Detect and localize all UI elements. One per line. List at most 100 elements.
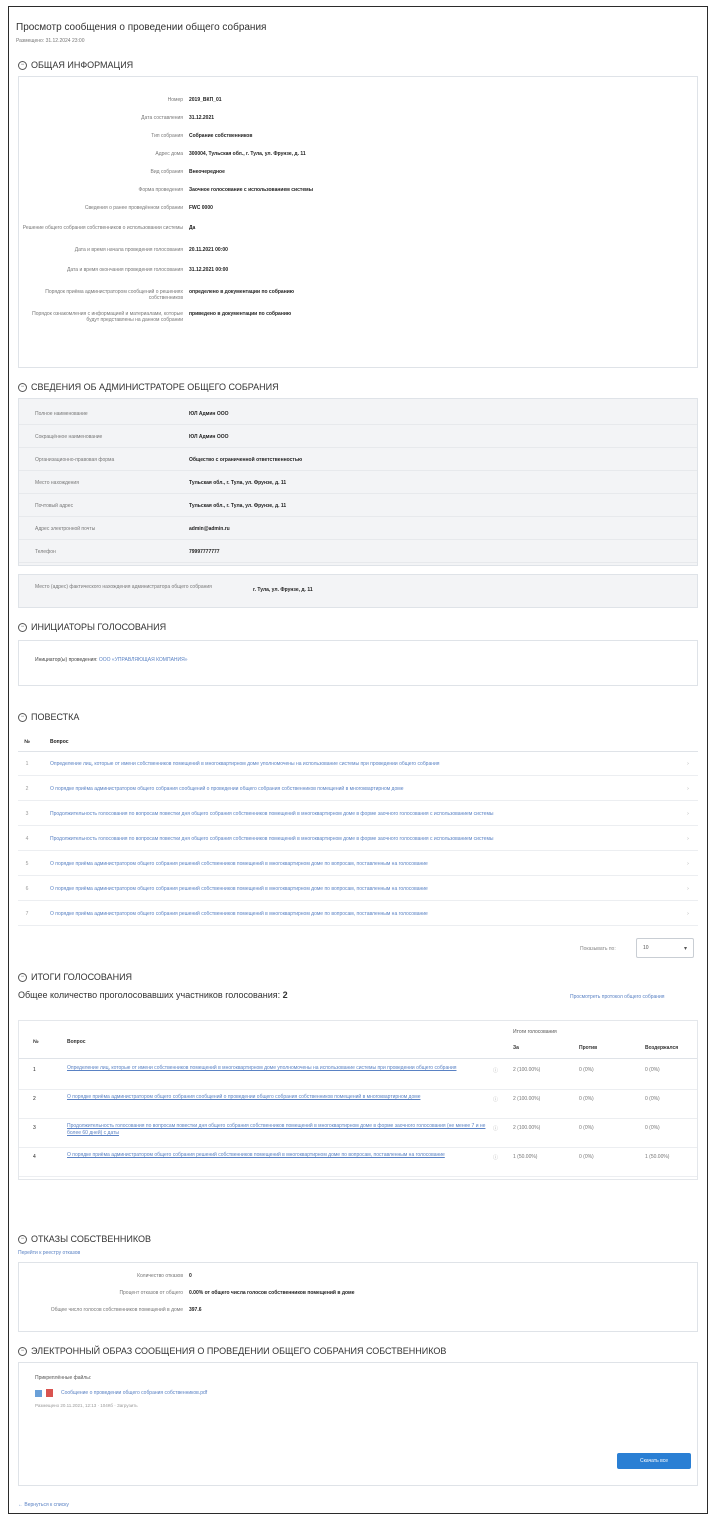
general-info-value: приведено в документации по собранию xyxy=(189,311,292,317)
admin-info-label: Телефон xyxy=(35,548,56,555)
agenda-row-number: 1 xyxy=(25,760,29,767)
results-row-against: 0 (0%) xyxy=(579,1096,594,1102)
chevron-icon[interactable]: › xyxy=(678,811,698,817)
results-row-question[interactable]: Определение лиц, которые от имени собств… xyxy=(67,1065,487,1072)
collapse-icon: − xyxy=(18,60,27,70)
general-info-label: Решение общего собрания собственников о … xyxy=(22,225,183,231)
section-refusals-title: ОТКАЗЫ СОБСТВЕННИКОВ xyxy=(31,1234,151,1244)
page-size-select[interactable]: 10 ▾ xyxy=(636,938,694,958)
agenda-row-question[interactable]: Продолжительность голосования по вопроса… xyxy=(36,836,678,842)
collapse-icon: − xyxy=(18,712,27,722)
results-row-question[interactable]: О порядке приёма администратором общего … xyxy=(67,1094,487,1101)
section-results-title: ИТОГИ ГОЛОСОВАНИЯ xyxy=(31,972,133,982)
section-admin-title: СВЕДЕНИЯ ОБ АДМИНИСТРАТОРЕ ОБЩЕГО СОБРАН… xyxy=(31,382,279,392)
results-row-against: 0 (0%) xyxy=(579,1067,594,1073)
page-size-value: 10 xyxy=(643,945,649,951)
file-link[interactable]: Сообщение о проведении общего собрания с… xyxy=(61,1390,207,1396)
initiators-link[interactable]: ООО «УПРАВЛЯЮЩАЯ КОМПАНИЯ» xyxy=(99,657,188,663)
section-refusals-header[interactable]: − ОТКАЗЫ СОБСТВЕННИКОВ xyxy=(18,1234,151,1244)
results-col-group: Итоги голосования xyxy=(513,1029,557,1035)
section-initiators-header[interactable]: − ИНИЦИАТОРЫ ГОЛОСОВАНИЯ xyxy=(18,622,166,632)
chevron-icon[interactable]: › xyxy=(678,861,698,867)
results-row: 4 О порядке приёма администратором общего… xyxy=(19,1148,697,1177)
section-results-header[interactable]: − ИТОГИ ГОЛОСОВАНИЯ xyxy=(18,972,132,982)
general-info-row: Тип собрания Собрание собственников xyxy=(19,133,697,139)
section-electronic-header[interactable]: − ЭЛЕКТРОННЫЙ ОБРАЗ СООБЩЕНИЯ О ПРОВЕДЕН… xyxy=(18,1346,446,1356)
results-row-question[interactable]: О порядке приёма администратором общего … xyxy=(67,1152,487,1159)
results-col-abstain: Воздержался xyxy=(645,1045,679,1051)
page-size-label: Показывать по: xyxy=(580,946,616,952)
agenda-row-question[interactable]: Определение лиц, которые от имени собств… xyxy=(36,761,678,767)
refusals-row: Процент отказов от общего 0.00% от общего… xyxy=(19,1290,697,1296)
admin-info-row: Телефон 79997777777 xyxy=(19,541,697,563)
general-info-value: Внеочередное xyxy=(189,169,225,175)
results-row-abstain: 0 (0%) xyxy=(645,1067,660,1073)
chevron-down-icon: ▾ xyxy=(683,945,687,952)
info-icon: ⓘ xyxy=(493,1097,499,1103)
initiators-row: Инициатор(ы) проведения: ООО «УПРАВЛЯЮЩА… xyxy=(35,657,188,663)
agenda-row-question[interactable]: О порядке приёма администратором общего … xyxy=(36,911,678,917)
page-title: Просмотр сообщения о проведении общего с… xyxy=(16,22,267,33)
protocol-link[interactable]: Просмотреть протокол общего собрания xyxy=(570,994,665,1000)
initiators-panel: Инициатор(ы) проведения: ООО «УПРАВЛЯЮЩА… xyxy=(18,640,698,686)
info-icon: ⓘ xyxy=(493,1068,499,1074)
results-total: Общее количество проголосовавших участни… xyxy=(18,990,288,1000)
results-row-abstain: 1 (50.00%) xyxy=(645,1154,670,1160)
section-general-header[interactable]: − ОБЩАЯ ИНФОРМАЦИЯ xyxy=(18,60,133,70)
admin-info-label: Адрес электронной почты xyxy=(35,525,96,532)
results-col-for: За xyxy=(513,1045,519,1051)
general-info-value: Собрание собственников xyxy=(189,133,253,139)
agenda-row[interactable]: 6 О порядке приёма администратором общего… xyxy=(18,877,698,901)
general-info-label: Тип собрания xyxy=(151,133,183,139)
agenda-row[interactable]: 2 О порядке приёма администратором общего… xyxy=(18,777,698,801)
agenda-row[interactable]: 5 О порядке приёма администратором общего… xyxy=(18,852,698,876)
agenda-row-question[interactable]: О порядке приёма администратором общего … xyxy=(36,886,678,892)
agenda-row-number: 2 xyxy=(25,785,29,792)
electronic-panel: Прикреплённые файлы: Сообщение о проведе… xyxy=(18,1362,698,1486)
general-info-row: Дата и время начала проведения голосован… xyxy=(19,247,697,253)
section-agenda-header[interactable]: − ПОВЕСТКА xyxy=(18,712,79,722)
chevron-icon[interactable]: › xyxy=(678,761,698,767)
chevron-icon[interactable]: › xyxy=(678,886,698,892)
back-link[interactable]: ← Вернуться к списку xyxy=(18,1502,69,1508)
admin-info-row: Полное наименование ЮЛ Админ ООО xyxy=(19,403,697,425)
results-col-question: Вопрос xyxy=(67,1039,86,1045)
agenda-row-question[interactable]: О порядке приёма администратором общего … xyxy=(36,786,678,792)
refusals-value: 0 xyxy=(189,1273,192,1279)
general-info-label: Номер xyxy=(167,97,183,103)
results-total-value: 2 xyxy=(282,990,288,1000)
section-admin-header[interactable]: − СВЕДЕНИЯ ОБ АДМИНИСТРАТОРЕ ОБЩЕГО СОБР… xyxy=(18,382,279,392)
admin-info-label: Организационно-правовая форма xyxy=(35,456,115,463)
agenda-row[interactable]: 4 Продолжительность голосования по вопрос… xyxy=(18,827,698,851)
agenda-row-question[interactable]: О порядке приёма администратором общего … xyxy=(36,861,678,867)
agenda-row[interactable]: 1 Определение лиц, которые от имени собст… xyxy=(18,752,698,776)
admin-place-label: Место (адрес) фактического нахождения ад… xyxy=(35,584,212,590)
refusals-value: 397.6 xyxy=(189,1307,202,1313)
refusals-link[interactable]: Перейти к реестру отказов xyxy=(18,1250,80,1256)
admin-info-label: Полное наименование xyxy=(35,410,88,417)
results-row-number: 4 xyxy=(33,1154,36,1160)
chevron-icon[interactable]: › xyxy=(678,786,698,792)
chevron-icon[interactable]: › xyxy=(678,836,698,842)
general-info-value: FWC 0000 xyxy=(189,205,213,211)
agenda-row[interactable]: 7 О порядке приёма администратором общего… xyxy=(18,902,698,926)
refusals-label: Процент отказов от общего xyxy=(119,1290,183,1296)
results-row-number: 3 xyxy=(33,1125,36,1131)
download-all-button[interactable]: Скачать все xyxy=(617,1453,691,1469)
agenda-row-question[interactable]: Продолжительность голосования по вопроса… xyxy=(36,811,678,817)
refusals-row: Количество отказов 0 xyxy=(19,1273,697,1279)
results-row-question[interactable]: Продолжительность голосования по вопроса… xyxy=(67,1123,487,1137)
results-row-abstain: 0 (0%) xyxy=(645,1125,660,1131)
general-info-row: Форма проведения Заочное голосование с ис… xyxy=(19,187,697,193)
admin-info-value: Тульская обл., г. Тула, ул. Фрунзе, д. 1… xyxy=(189,479,287,486)
agenda-col-question: Вопрос xyxy=(50,738,69,745)
section-general-title: ОБЩАЯ ИНФОРМАЦИЯ xyxy=(31,60,134,70)
results-row: 3 Продолжительность голосования по вопрос… xyxy=(19,1119,697,1148)
collapse-icon: − xyxy=(18,622,27,632)
agenda-row[interactable]: 3 Продолжительность голосования по вопрос… xyxy=(18,802,698,826)
admin-info-row: Организационно-правовая форма Общество с … xyxy=(19,449,697,471)
admin-info-value: 79997777777 xyxy=(189,548,220,555)
section-agenda-title: ПОВЕСТКА xyxy=(31,712,80,722)
files-label: Прикреплённые файлы: xyxy=(35,1375,92,1381)
chevron-icon[interactable]: › xyxy=(678,911,698,917)
